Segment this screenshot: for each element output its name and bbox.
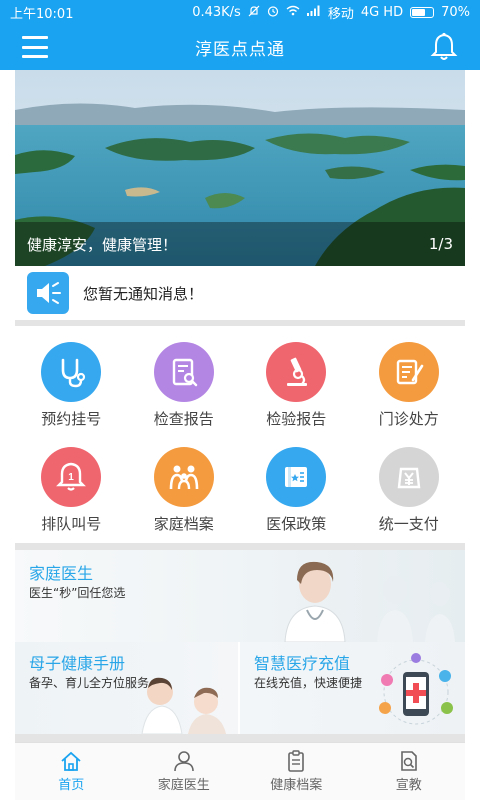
notice-bar[interactable]: 您暂无通知消息！ xyxy=(15,266,465,326)
alarm-icon xyxy=(267,5,279,20)
banner-carousel[interactable]: 健康淳安，健康管理！ 1/3 xyxy=(15,70,465,266)
mother-baby-illustration xyxy=(141,677,226,734)
section-divider xyxy=(15,543,465,550)
promo-title: 家庭医生 xyxy=(29,564,94,583)
tab-label: 宣教 xyxy=(395,778,422,793)
clipboard-icon xyxy=(288,750,305,772)
status-bar: 上午10:01 0.43K/s 移动 4G HD 70% xyxy=(0,0,480,24)
grid-item-label: 排队叫号 xyxy=(41,515,102,533)
promo-title: 智慧医疗充值 xyxy=(254,654,351,673)
net-speed: 0.43K/s xyxy=(192,4,241,20)
speaker-icon xyxy=(27,272,69,314)
policy-book-icon xyxy=(266,447,327,507)
network-type: 4G HD xyxy=(360,4,404,20)
bottom-tab-bar: 首页 家庭医生 健康档案 宣教 xyxy=(15,742,465,800)
promo-row: 母子健康手册 备孕、育儿全方位服务 智慧医疗充值 在线充值，快速便捷 xyxy=(15,642,465,734)
bell-icon[interactable] xyxy=(430,32,458,62)
tab-education[interactable]: 宣教 xyxy=(353,743,466,800)
grid-item-label: 预约挂号 xyxy=(41,410,102,428)
promo-subtitle: 医生“秒”回任您选 xyxy=(29,586,126,600)
svg-text:1: 1 xyxy=(68,472,74,483)
battery-fill xyxy=(412,8,426,16)
tab-health-record[interactable]: 健康档案 xyxy=(240,743,353,800)
grid-item-label: 统一支付 xyxy=(378,515,439,533)
notice-text: 您暂无通知消息！ xyxy=(83,284,204,303)
signal-icon xyxy=(306,5,321,19)
doctor-illustration xyxy=(284,561,455,642)
status-right: 0.43K/s 移动 4G HD 70% xyxy=(192,3,470,22)
banner-caption-bar: 健康淳安，健康管理！ 1/3 xyxy=(15,222,465,266)
grid-item-prescription[interactable]: 门诊处方 xyxy=(353,332,466,437)
battery-icon xyxy=(410,6,435,18)
promo-smart-recharge[interactable]: 智慧医疗充值 在线充值，快速便捷 xyxy=(240,642,465,734)
family-icon xyxy=(153,447,214,507)
stethoscope-icon xyxy=(41,342,102,402)
tab-label: 健康档案 xyxy=(270,778,323,793)
grid-item-insurance-policy[interactable]: 医保政策 xyxy=(240,437,353,542)
phone-medical-illustration xyxy=(379,653,453,725)
promo-family-doctor[interactable]: 家庭医生 医生“秒”回任您选 xyxy=(15,550,465,642)
grid-item-label: 家庭档案 xyxy=(153,515,214,533)
promo-maternal-handbook[interactable]: 母子健康手册 备孕、育儿全方位服务 xyxy=(15,642,240,734)
bottom-gap xyxy=(15,734,465,742)
carrier: 移动 xyxy=(327,6,354,22)
grid-item-label: 检查报告 xyxy=(153,410,214,428)
menu-icon[interactable] xyxy=(22,36,48,58)
banner-caption: 健康淳安，健康管理！ xyxy=(27,235,178,254)
grid-item-appointment[interactable]: 预约挂号 xyxy=(15,332,128,437)
home-icon xyxy=(61,751,81,771)
doc-search-icon xyxy=(400,751,417,771)
promo-subtitle: 在线充值，快速便捷 xyxy=(254,676,363,690)
queue-bell-icon: 1 xyxy=(41,447,102,507)
grid-item-lab-report[interactable]: 检验报告 xyxy=(240,332,353,437)
microscope-icon xyxy=(266,342,327,402)
app-header: 淳医点点通 xyxy=(0,24,480,70)
grid-item-queue[interactable]: 1 排队叫号 xyxy=(15,437,128,542)
tab-label: 首页 xyxy=(58,778,85,793)
tab-family-doctor[interactable]: 家庭医生 xyxy=(128,743,241,800)
tab-home[interactable]: 首页 xyxy=(15,743,128,800)
report-search-icon xyxy=(153,342,214,402)
yuan-payment-icon xyxy=(378,447,439,507)
status-time: 上午10:01 xyxy=(10,6,74,22)
grid-item-exam-report[interactable]: 检查报告 xyxy=(128,332,241,437)
grid-item-payment[interactable]: 统一支付 xyxy=(353,437,466,542)
grid-item-label: 医保政策 xyxy=(266,515,327,533)
app-title: 淳医点点通 xyxy=(195,39,285,60)
tab-label: 家庭医生 xyxy=(157,778,210,793)
feature-grid: 预约挂号 检查报告 检验报告 门诊处方 1 排队叫号 家庭档案 医保政策 统一支… xyxy=(15,332,465,542)
grid-item-label: 门诊处方 xyxy=(378,410,439,428)
banner-counter: 1/3 xyxy=(428,235,453,253)
grid-item-label: 检验报告 xyxy=(266,410,327,428)
grid-item-family-record[interactable]: 家庭档案 xyxy=(128,437,241,542)
battery-percent: 70% xyxy=(441,4,470,20)
prescription-icon xyxy=(378,342,439,402)
wifi-icon xyxy=(286,5,300,19)
promo-title: 母子健康手册 xyxy=(29,654,126,673)
doctor-person-icon xyxy=(173,751,194,772)
mute-icon xyxy=(248,5,260,20)
